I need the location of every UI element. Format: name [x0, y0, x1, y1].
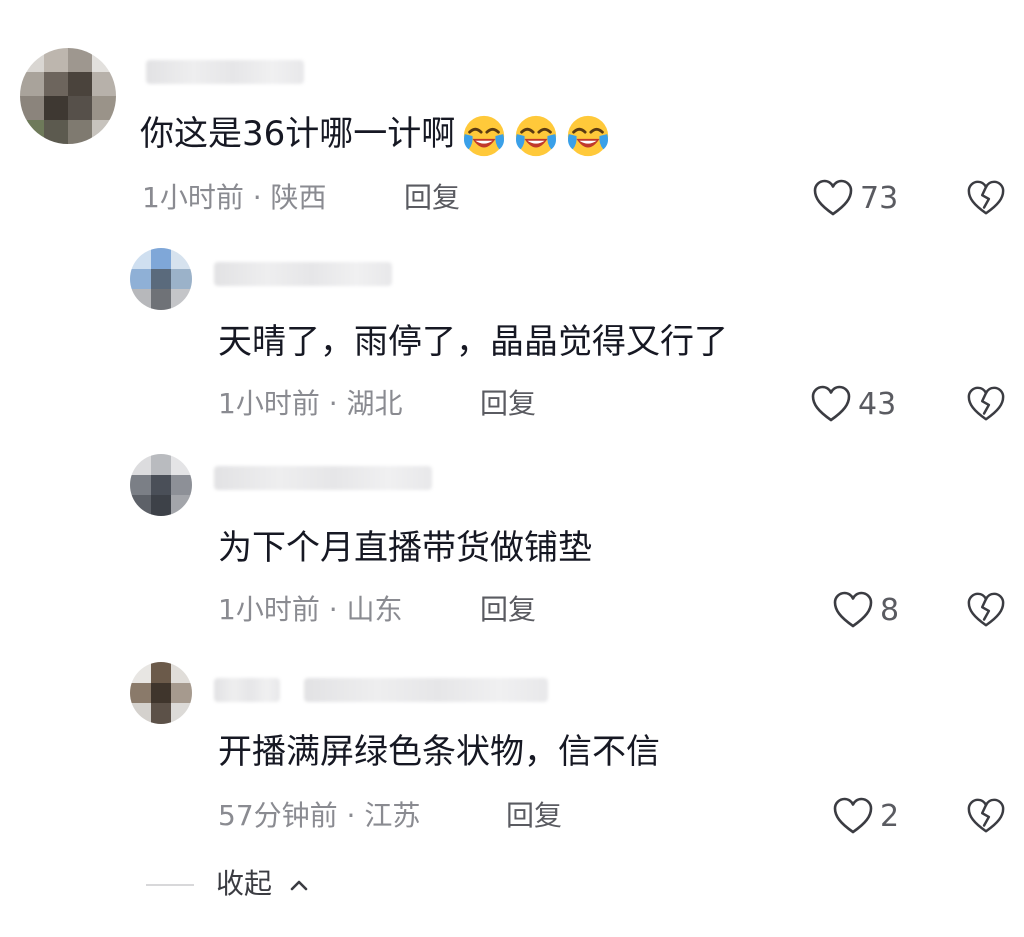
comment-text: 为下个月直播带货做铺垫 [218, 528, 592, 568]
chevron-up-icon [290, 880, 308, 891]
username-blurred[interactable] [214, 262, 392, 286]
username-blurred[interactable] [304, 678, 548, 702]
comment-thread: 你这是36计哪一计啊 1小时前 · 陕西 回复 73 天晴了，雨停了，晶晶觉得又… [0, 0, 1024, 937]
heart-outline-icon [833, 797, 873, 834]
broken-heart-icon[interactable] [966, 178, 1006, 218]
comment-meta: 1小时前 · 山东 [218, 593, 403, 626]
laughing-crying-emoji-icon [568, 115, 609, 156]
like-count: 2 [880, 798, 900, 834]
like-button[interactable]: 2 [832, 794, 899, 838]
heart-outline-icon [811, 385, 851, 422]
reply-button[interactable]: 回复 [480, 386, 536, 422]
avatar[interactable] [130, 248, 192, 310]
like-count: 43 [858, 386, 897, 422]
collapse-label: 收起 [216, 867, 273, 900]
heart-outline-icon [833, 591, 873, 628]
comment-meta: 1小时前 · 湖北 [218, 387, 403, 420]
like-count: 73 [860, 180, 899, 216]
laughing-crying-emoji-icon [516, 115, 557, 156]
collapse-replies-button[interactable]: 收起 [0, 862, 1024, 906]
broken-heart-icon[interactable] [966, 590, 1006, 630]
laughing-crying-emoji-icon [464, 115, 505, 156]
comment-text: 你这是36计哪一计啊 [140, 112, 611, 159]
username-blurred[interactable] [214, 466, 432, 490]
reply-item: 开播满屏绿色条状物，信不信 57分钟前 · 江苏 回复 2 [0, 650, 1024, 860]
comment-meta: 57分钟前 · 江苏 [218, 799, 421, 832]
like-button[interactable]: 8 [832, 588, 899, 632]
comment-meta: 1小时前 · 陕西 [142, 181, 327, 214]
comment-text: 开播满屏绿色条状物，信不信 [218, 732, 660, 772]
broken-heart-icon[interactable] [966, 796, 1006, 836]
username-blurred[interactable] [214, 678, 280, 702]
reply-item: 为下个月直播带货做铺垫 1小时前 · 山东 回复 8 [0, 440, 1024, 650]
like-button[interactable]: 43 [810, 382, 896, 426]
comment-item: 你这是36计哪一计啊 1小时前 · 陕西 回复 73 [0, 0, 1024, 230]
avatar[interactable] [130, 662, 192, 724]
comment-text-content: 你这是36计哪一计啊 [140, 114, 456, 154]
avatar[interactable] [20, 48, 116, 144]
comment-text: 天晴了，雨停了，晶晶觉得又行了 [218, 322, 728, 362]
divider [146, 884, 194, 886]
broken-heart-icon[interactable] [966, 384, 1006, 424]
reply-item: 天晴了，雨停了，晶晶觉得又行了 1小时前 · 湖北 回复 43 [0, 230, 1024, 440]
like-count: 8 [880, 592, 900, 628]
reply-button[interactable]: 回复 [480, 592, 536, 628]
reply-button[interactable]: 回复 [404, 180, 460, 216]
reply-button[interactable]: 回复 [506, 798, 562, 834]
like-button[interactable]: 73 [812, 176, 898, 220]
heart-outline-icon [813, 179, 853, 216]
avatar[interactable] [130, 454, 192, 516]
username-blurred[interactable] [146, 60, 304, 84]
